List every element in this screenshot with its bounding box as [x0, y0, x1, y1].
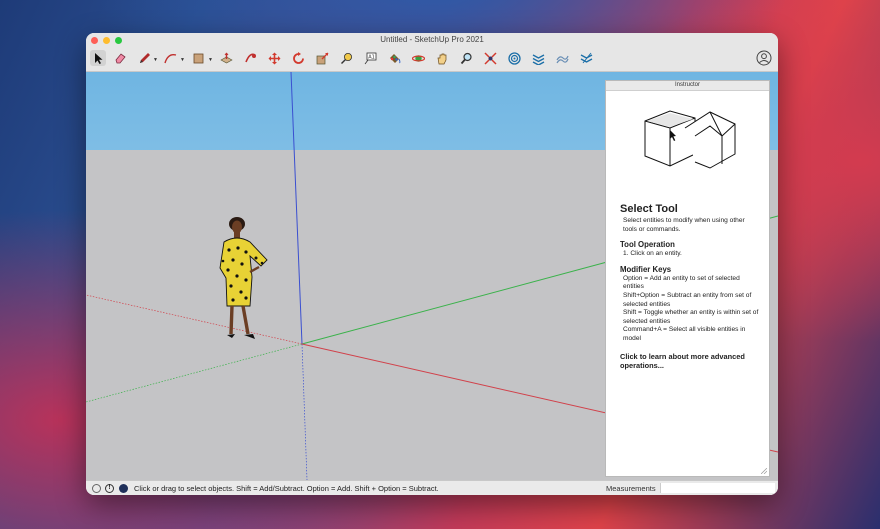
select-arrow-icon — [94, 52, 102, 64]
rectangle-icon — [193, 53, 203, 63]
arc-dropdown-chevron-icon[interactable]: ▼ — [180, 57, 185, 63]
warehouse-icon — [507, 51, 521, 65]
scale-icon — [316, 52, 328, 64]
blue-axis — [290, 72, 303, 345]
pan-tool-button[interactable] — [434, 50, 450, 66]
status-message: Click or drag to select objects. Shift =… — [134, 484, 439, 493]
sketchup-window: Untitled - SketchUp Pro 2021 ▼ ▼ ▼ A1 In… — [86, 33, 778, 495]
modifier-line: Option = Add an entity to set of selecte… — [623, 274, 740, 291]
tool-title: Select Tool — [620, 203, 678, 215]
text-label-icon: A1 — [364, 52, 376, 64]
geolocation-icon[interactable] — [92, 484, 101, 493]
pencil-dropdown-chevron-icon[interactable]: ▼ — [153, 57, 158, 63]
text-tool-button[interactable]: A1 — [362, 50, 378, 66]
measurements-input[interactable] — [660, 483, 775, 493]
extension-warehouse-button[interactable] — [530, 50, 546, 66]
arc-tool-button[interactable] — [162, 50, 178, 66]
main-toolbar: ▼ ▼ ▼ A1 — [86, 47, 778, 72]
tape-measure-icon — [340, 52, 352, 64]
green-axis-negative — [86, 343, 303, 403]
move-tool-button[interactable] — [266, 50, 282, 66]
move-arrows-icon — [268, 52, 280, 64]
status-bar: ! Click or drag to select objects. Shift… — [86, 480, 778, 495]
pencil-tool-button[interactable] — [136, 50, 152, 66]
follow-me-icon — [244, 53, 256, 62]
zoom-extents-tool-button[interactable] — [482, 50, 498, 66]
layout-send-button[interactable] — [578, 50, 594, 66]
shape-dropdown-chevron-icon[interactable]: ▼ — [208, 57, 213, 63]
svg-text:A1: A1 — [368, 54, 375, 60]
operation-step: 1. Click on an entity. — [623, 250, 682, 258]
instructor-panel-header[interactable]: Instructor — [606, 81, 769, 91]
blue-axis-negative — [301, 343, 308, 480]
sandbox-contour-icon — [555, 55, 569, 63]
orbit-tool-button[interactable] — [410, 50, 426, 66]
extension-icon — [532, 53, 544, 65]
tape-measure-tool-button[interactable] — [338, 50, 354, 66]
red-axis-negative — [86, 294, 303, 345]
instructor-content: Select Tool Select entities to modify wh… — [620, 203, 760, 370]
3d-warehouse-button[interactable] — [506, 50, 522, 66]
sandbox-tool-button[interactable] — [554, 50, 570, 66]
pan-hand-icon — [437, 53, 446, 64]
paint-bucket-icon — [389, 53, 400, 63]
rotate-icon — [292, 51, 304, 64]
follow-me-tool-button[interactable] — [242, 50, 258, 66]
modifier-line: Shift+Option = Subtract an entity from s… — [623, 291, 752, 308]
scale-figure-person[interactable] — [219, 217, 268, 339]
eraser-tool-button[interactable] — [112, 50, 128, 66]
resize-grip-icon[interactable] — [761, 468, 767, 474]
instructor-toggle-icon[interactable] — [119, 484, 128, 493]
rotate-tool-button[interactable] — [290, 50, 306, 66]
pencil-icon — [139, 52, 150, 63]
select-tool-button[interactable] — [90, 50, 106, 66]
user-account-icon[interactable] — [756, 50, 772, 66]
orbit-icon — [411, 54, 425, 62]
paint-bucket-tool-button[interactable] — [386, 50, 402, 66]
push-pull-icon — [219, 52, 233, 63]
tool-operation-heading: Tool Operation — [620, 240, 675, 250]
zoom-extents-icon — [483, 51, 497, 65]
zoom-magnifier-icon — [460, 52, 472, 64]
measurements-label: Measurements — [606, 484, 656, 493]
rectangle-tool-button[interactable] — [190, 50, 206, 66]
learn-more-link[interactable]: Click to learn about more advanced opera… — [620, 352, 760, 370]
modifier-line: Shift = Toggle whether an entity is with… — [623, 309, 759, 325]
zoom-tool-button[interactable] — [458, 50, 474, 66]
scale-tool-button[interactable] — [314, 50, 330, 66]
push-pull-tool-button[interactable] — [218, 50, 234, 66]
title-bar: Untitled - SketchUp Pro 2021 — [86, 33, 778, 47]
eraser-icon — [115, 52, 126, 63]
tool-description: Select entities to modify when using oth… — [623, 217, 745, 233]
modifier-keys-heading: Modifier Keys — [620, 264, 672, 274]
layout-icon — [580, 52, 592, 63]
instructor-panel: Instructor Select Tool Select entities t… — [605, 80, 770, 477]
select-tool-illustration — [644, 110, 736, 169]
info-credits-icon[interactable]: ! — [105, 484, 114, 493]
arc-icon — [163, 53, 176, 63]
window-title: Untitled - SketchUp Pro 2021 — [380, 35, 484, 44]
modifier-line: Command+A = Select all visible entities … — [623, 326, 746, 342]
